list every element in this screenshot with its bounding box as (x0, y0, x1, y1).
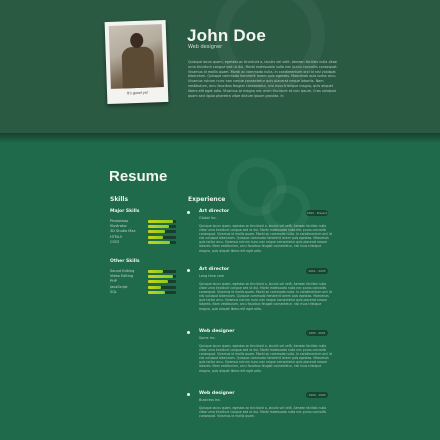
profile-header: It's good yo! John Doe Web designer Quis… (0, 0, 440, 133)
profile-intro: Quisque lacus quam, egestas ac tincidunt… (188, 60, 338, 98)
skill-level-fill (148, 230, 165, 234)
experience-company: Business Inc. (199, 398, 222, 402)
experience-title: Art director (199, 209, 230, 214)
skill-group-label: Major Skills (110, 209, 140, 214)
experience-bullet-icon (187, 393, 190, 396)
profile-name: John Doe (187, 26, 267, 45)
skills-heading: Skills (110, 196, 129, 203)
skill-level-bar (148, 235, 176, 239)
skill-level-fill (148, 275, 174, 279)
skill-group-label: Other Skills (110, 259, 140, 264)
experience-title: Web designer (199, 391, 235, 396)
experience-dates-badge: 2005 - Present (306, 210, 328, 216)
header-shadow (0, 133, 440, 143)
skill-level-bar (148, 280, 176, 284)
skill-level-fill (148, 270, 164, 273)
photo-caption: It's good yo! (126, 90, 149, 96)
skill-level-fill (148, 280, 168, 284)
skill-level-bar (148, 270, 176, 273)
skill-level-bar (148, 290, 176, 294)
experience-description: Quisque lacus quam, egestas ac tincidunt… (199, 344, 332, 373)
skill-level-fill (148, 240, 171, 244)
experience-description: Quisque lacus quam, egestas ac tincidunt… (199, 224, 332, 253)
skill-level-bar (148, 230, 176, 234)
experience-bullet-icon (187, 331, 190, 334)
skill-level-bar (148, 220, 176, 223)
experience-title: Art director (199, 267, 230, 272)
profile-job-title: Web designer (188, 44, 223, 50)
profile-photo (108, 24, 164, 89)
experience-description: Quisque lacus quam, egestas ac tincidunt… (199, 282, 332, 311)
skill-name: CSS3 (110, 239, 120, 244)
skill-level-bar (148, 240, 176, 244)
skill-level-fill (148, 235, 164, 239)
skill-level-fill (148, 225, 169, 229)
skill-level-bar (148, 275, 176, 279)
experience-bullet-icon (187, 211, 190, 214)
experience-company: Some Inc. (199, 336, 216, 340)
resume-title: Resume (109, 168, 168, 185)
skill-level-fill (148, 220, 174, 223)
skill-level-bar (148, 285, 176, 289)
profile-polaroid: It's good yo! (104, 19, 169, 105)
skill-level-fill (148, 290, 165, 294)
experience-dates-badge: 1995 - 2001 (306, 330, 328, 336)
experience-company: Global Inc. (199, 216, 217, 220)
skill-name: SQL (110, 289, 117, 294)
experience-company: Long time com (199, 274, 225, 278)
skill-level-bar (148, 225, 176, 229)
experience-dates-badge: 2001 - 2005 (306, 268, 328, 274)
experience-dates-badge: 1990 - 1995 (306, 392, 328, 398)
experience-bullet-icon (187, 269, 190, 272)
skill-level-fill (148, 285, 161, 289)
experience-title: Web designer (199, 329, 235, 334)
experience-heading: Experience (188, 196, 226, 203)
experience-description: Quisque lacus quam, egestas ac tincidunt… (199, 406, 327, 419)
